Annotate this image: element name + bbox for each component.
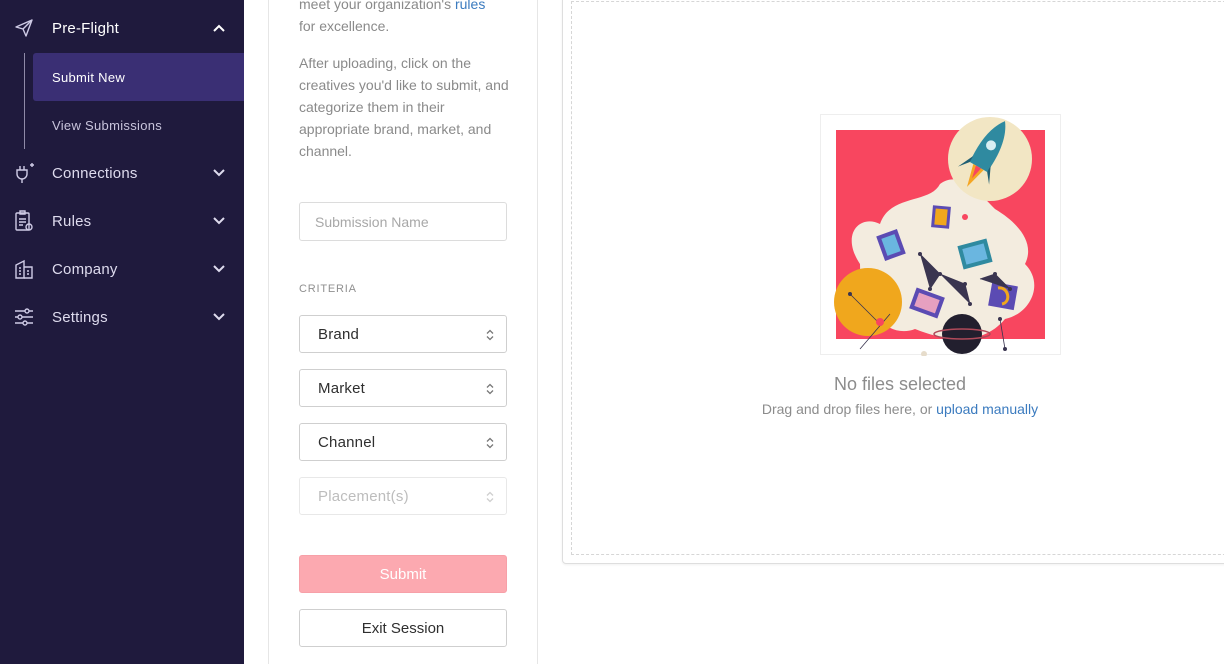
sidebar-item-pre-flight[interactable]: Pre-Flight (0, 4, 244, 52)
updown-arrows-icon (486, 437, 494, 449)
sidebar: Pre-Flight Submit New View Submissions C… (0, 0, 244, 664)
chevron-down-icon (212, 166, 226, 180)
sidebar-item-connections[interactable]: Connections (0, 149, 244, 197)
chevron-up-icon (212, 21, 226, 35)
instructions-text: After uploading, click on the creatives … (299, 55, 509, 159)
market-select[interactable]: Market (299, 369, 507, 407)
submit-button[interactable]: Submit (299, 555, 507, 593)
intro-text: meet your organization's rules for excel… (299, 0, 511, 37)
criteria-heading: CRITERIA (299, 283, 357, 295)
market-select-value: Market (318, 379, 366, 397)
file-drop-zone[interactable]: No files selected Drag and drop files he… (562, 0, 1224, 564)
building-icon (13, 258, 35, 280)
submenu-guide-line (24, 53, 25, 149)
rocket-illustration (820, 114, 1061, 356)
chevron-down-icon (212, 310, 226, 324)
submission-form-panel: meet your organization's rules for excel… (268, 0, 538, 664)
drop-zone-dashed-area[interactable]: No files selected Drag and drop files he… (571, 1, 1224, 555)
chevron-down-icon (212, 262, 226, 276)
chevron-down-icon (212, 214, 226, 228)
upload-manually-link[interactable]: upload manually (936, 401, 1038, 417)
updown-arrows-icon (486, 383, 494, 395)
exit-session-button[interactable]: Exit Session (299, 609, 507, 647)
placement-select-value: Placement(s) (318, 487, 409, 505)
sidebar-subitem-label: Submit New (52, 69, 126, 85)
submission-name-input[interactable] (299, 202, 507, 241)
sidebar-item-label: Settings (52, 308, 108, 326)
sidebar-subitem-view-submissions[interactable]: View Submissions (33, 101, 244, 149)
paper-plane-icon (13, 17, 35, 39)
channel-select[interactable]: Channel (299, 423, 507, 461)
sidebar-item-company[interactable]: Company (0, 245, 244, 293)
checklist-icon (13, 210, 35, 232)
sidebar-item-label: Pre-Flight (52, 19, 120, 37)
sidebar-item-label: Rules (52, 212, 92, 230)
app-root: Pre-Flight Submit New View Submissions C… (0, 0, 1224, 664)
intro-text-line2: for excellence. (299, 18, 390, 34)
placement-select[interactable]: Placement(s) (299, 477, 507, 515)
sidebar-subitem-label: View Submissions (52, 117, 163, 133)
drag-drop-hint-text: Drag and drop files here, or (761, 401, 937, 417)
drag-drop-hint: Drag and drop files here, or upload manu… (560, 401, 1224, 417)
intro-text-line1: meet your organization's (299, 0, 455, 12)
sliders-icon (13, 306, 35, 328)
plug-icon (13, 162, 35, 184)
updown-arrows-icon (486, 491, 494, 503)
brand-select[interactable]: Brand (299, 315, 507, 353)
sidebar-item-settings[interactable]: Settings (0, 293, 244, 341)
channel-select-value: Channel (318, 433, 376, 451)
no-files-title: No files selected (833, 374, 967, 394)
updown-arrows-icon (486, 329, 494, 341)
brand-select-value: Brand (318, 325, 360, 343)
sidebar-subitem-submit-new[interactable]: Submit New (33, 53, 244, 101)
rules-link[interactable]: rules (455, 0, 485, 12)
sidebar-item-label: Company (52, 260, 118, 278)
sidebar-item-label: Connections (52, 164, 138, 182)
sidebar-item-rules[interactable]: Rules (0, 197, 244, 245)
